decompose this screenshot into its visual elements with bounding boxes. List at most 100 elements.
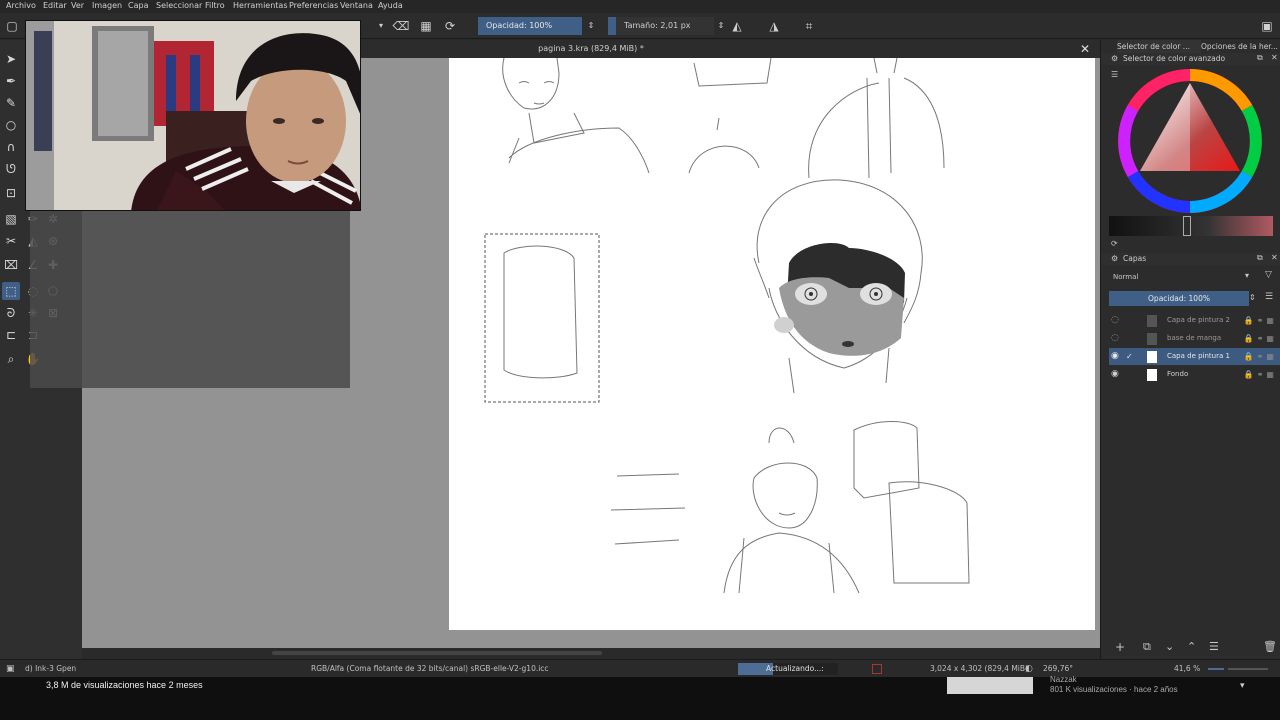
menu-herramientas[interactable]: Herramientas [233,1,288,10]
drawing-canvas[interactable] [449,57,1095,630]
move-down-icon[interactable]: ⌄ [1165,640,1174,653]
menu-ayuda[interactable]: Ayuda [378,1,403,10]
select-shapes-tool[interactable]: ➤ [2,50,20,68]
cancel-icon[interactable] [872,664,882,674]
checkmark-icon[interactable]: ✓ [1126,348,1133,365]
layer-opacity-slider[interactable]: Opacidad: 100% [1109,291,1249,306]
menu-ventana[interactable]: Ventana [340,1,373,10]
menu-capa[interactable]: Capa [128,1,148,10]
layer-row[interactable]: ◌ base de manga 🔒⚭▦ [1109,330,1280,347]
menu-ver[interactable]: Ver [71,1,84,10]
transform-tool[interactable]: ⌧ [2,256,20,274]
tab-color-selector[interactable]: Selector de color ... [1117,40,1201,53]
new-document-icon[interactable]: ▢ [3,17,21,35]
opacity-slider[interactable]: Opacidad: 100% [478,17,582,35]
crop-tool[interactable]: ⊡ [2,184,20,202]
brush-preset-icon[interactable]: ▣ [6,660,15,678]
zoom-icon[interactable]: ⌕ [2,350,20,368]
more-menu-icon[interactable]: ▾ [1240,681,1245,691]
mirror-vertical-icon[interactable]: ◮ [765,17,783,35]
calligraphy-tool[interactable]: ✒ [2,72,20,90]
close-icon[interactable]: ✕ [1080,40,1090,58]
tab-tool-options[interactable]: Opciones de la her... [1201,40,1280,53]
bezier-tool[interactable]: ∩ [2,138,20,156]
webcam-person-image [26,21,360,210]
menu-preferencias[interactable]: Preferencias [289,1,338,10]
status-bar: ▣ d) Ink-3 Gpen RGB/Alfa (Coma flotante … [0,659,1280,691]
hidden-eye-icon[interactable]: ◌ [1111,312,1119,329]
layer-thumbnail [1147,369,1157,381]
menu-archivo[interactable]: Archivo [6,1,36,10]
layer-row[interactable]: ◉ Fondo 🔒⚭▦ [1109,366,1280,383]
chevron-down-icon[interactable]: ▾ [372,17,390,35]
assistant-tool[interactable]: ✂ [2,232,20,250]
float-panel-icon[interactable]: ⧉ [1257,253,1263,263]
filter-icon[interactable]: ▽ [1265,270,1272,280]
freehand-select-tool[interactable]: ᘐ [2,304,20,322]
opacity-stepper[interactable]: ⇕ [582,17,600,35]
related-channel[interactable]: Nazzak [1050,675,1077,684]
layer-property-icons[interactable]: 🔒⚭▦ [1244,366,1277,383]
layer-property-icons[interactable]: 🔒⚭▦ [1244,330,1277,347]
gear-icon[interactable]: ⚙ [1111,54,1118,63]
size-slider[interactable]: Tamaño: 2,01 px [616,17,714,35]
layer-row[interactable]: ◌ Capa de pintura 2 🔒⚭▦ [1109,312,1280,329]
zoom-level: 41,6 % [1174,664,1201,673]
close-icon[interactable]: ✕ [1271,53,1278,62]
blend-mode-select[interactable]: Normal [1109,271,1255,283]
zoom-slider[interactable] [1208,668,1224,670]
menu-seleccionar[interactable]: Seleccionar [156,1,202,10]
layer-property-icons[interactable]: 🔒⚭▦ [1244,312,1277,329]
gear-icon[interactable]: ⚙ [1111,254,1118,263]
progress-bar: Actualizando...: 35% [738,663,838,691]
related-video-thumbnail[interactable] [947,677,1033,694]
freehand-path-tool[interactable]: ᘎ [2,160,20,178]
color-history-strip[interactable] [1109,216,1273,236]
layer-name: base de manga [1167,334,1222,342]
ellipse-tool[interactable]: ○ [2,116,20,134]
move-up-icon[interactable]: ⌃ [1187,640,1196,653]
layer-properties-icon[interactable]: ☰ [1209,640,1219,653]
bezier-select-tool[interactable]: ⊏ [2,326,20,344]
scrollbar-thumb[interactable] [272,651,602,655]
image-dimensions: 3,024 x 4,302 (829,4 MiB) [930,664,1028,673]
rotation-icon[interactable]: ◐ [1025,660,1033,678]
hidden-eye-icon[interactable]: ◌ [1111,330,1119,347]
layer-name: Fondo [1167,370,1189,378]
duplicate-layer-icon[interactable]: ⧉ [1143,640,1151,654]
view-count: 3,8 M de visualizaciones hace 2 meses [46,680,203,690]
menu-icon[interactable]: ☰ [1265,292,1273,302]
zoom-slider-track[interactable] [1228,668,1268,670]
color-panel-header: Selector de color avanzado [1101,53,1280,65]
layer-name: Capa de pintura 1 [1167,352,1230,360]
reload-preset-icon[interactable]: ⟳ [441,17,459,35]
horizontal-scrollbar[interactable] [82,648,1100,658]
eye-icon[interactable]: ◉ [1111,348,1119,365]
float-panel-icon[interactable]: ⧉ [1257,53,1263,63]
menu-imagen[interactable]: Imagen [92,1,122,10]
chevron-down-icon[interactable]: ▾ [1245,271,1249,280]
colorspace-info: RGB/Alfa (Coma flotante de 32 bits/canal… [311,664,549,673]
opacity-stepper[interactable]: ⇕ [1249,293,1256,302]
menu-filtro[interactable]: Filtro [205,1,225,10]
close-icon[interactable]: ✕ [1271,253,1278,262]
layer-row-active[interactable]: ◉ ✓ Capa de pintura 1 🔒⚭▦ [1109,348,1280,365]
docker-toggle-icon[interactable]: ▣ [1258,17,1276,35]
layer-thumbnail [1147,351,1157,363]
add-layer-icon[interactable]: + [1115,640,1125,654]
video-info-bar: 3,8 M de visualizaciones hace 2 meses Na… [0,675,1280,720]
rectangle-select-tool[interactable]: ⬚ [2,282,20,300]
trash-icon[interactable]: 🗑 [1263,640,1277,653]
refresh-icon[interactable]: ⟳ [1111,239,1118,248]
menu-editar[interactable]: Editar [43,1,67,10]
layer-property-icons[interactable]: 🔒⚭▦ [1244,348,1277,365]
wrap-around-icon[interactable]: ⌗ [800,17,818,35]
eraser-icon[interactable]: ⌫ [392,17,410,35]
preserve-alpha-icon[interactable]: ▦ [417,17,435,35]
eye-icon[interactable]: ◉ [1111,366,1119,383]
gradient-tool[interactable]: ▧ [2,210,20,228]
mirror-horizontal-icon[interactable]: ◭ [728,17,746,35]
brush-tool[interactable]: ✎ [2,94,20,112]
layers-panel-header: Capas [1101,253,1280,265]
color-wheel[interactable] [1115,66,1265,216]
